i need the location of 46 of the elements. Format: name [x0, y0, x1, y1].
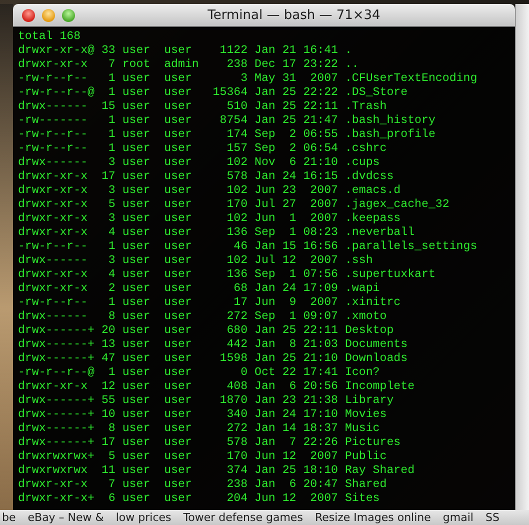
- terminal-line: drwxr-xr-x+ 6 user user 204 Jun 12 2007 Sites: [18, 492, 381, 506]
- terminal-line: drwxrwxrwx 11 user user 374 Jan 25 18:10 Ray Shared: [18, 464, 416, 478]
- terminal-line: drwx------ 8 user user 272 Sep 1 09:07 .xmoto: [18, 310, 388, 324]
- bookmark-link[interactable]: low prices: [116, 511, 172, 524]
- terminal-line: total 168: [18, 30, 82, 44]
- bookmark-link[interactable]: eBay – New &: [28, 511, 104, 524]
- terminal-line: drwx------ 15 user user 510 Jan 25 22:11 .Trash: [18, 100, 388, 114]
- terminal-line: drwx------+ 17 user user 578 Jan 7 22:26 Pictures: [18, 436, 402, 450]
- bookmark-link[interactable]: be: [2, 511, 16, 524]
- zoom-button[interactable]: [62, 8, 75, 22]
- window-title: Terminal — bash — 71×34: [206, 8, 382, 22]
- terminal-line: drwx------ 3 user user 102 Nov 6 21:10 .cups: [18, 156, 381, 170]
- terminal-line: -rw-r--r--@ 1 user user 0 Oct 22 17:41 Icon?: [18, 366, 381, 380]
- terminal-line: -rw------- 1 user user 8754 Jan 25 21:47 .bash_history: [18, 114, 436, 128]
- terminal-line: drwxr-xr-x 3 user user 102 Jun 23 2007 .emacs.d: [18, 184, 402, 198]
- terminal-line: -rw-r--r-- 1 user user 17 Jun 9 2007 .xinitrc: [18, 296, 402, 310]
- terminal-line: drwx------+ 8 user user 272 Jan 14 18:37 Music: [18, 422, 381, 436]
- terminal-line: drwxr-xr-x 5 user user 170 Jul 27 2007 .jagex_cache_32: [18, 198, 450, 212]
- bookmark-link[interactable]: Resize Images online: [314, 511, 431, 524]
- terminal-line: -rw-r--r-- 1 user user 3 May 31 2007 .CFUserTextEncoding: [18, 72, 478, 86]
- terminal-line: drwxr-xr-x 4 user user 136 Sep 1 08:23 .neverball: [18, 226, 416, 240]
- terminal-line: drwxr-xr-x 4 user user 136 Sep 1 07:56 .supertuxkart: [18, 268, 436, 282]
- terminal-line: drwxr-xr-x@ 33 user user 1122 Jan 21 16:41 .: [18, 44, 353, 58]
- bookmark-link[interactable]: Tower defense games: [183, 511, 303, 524]
- terminal-line: drwxr-xr-x 7 user user 238 Jan 6 20:47 Shared: [18, 478, 388, 492]
- terminal-line: drwx------ 3 user user 102 Jul 12 2007 .ssh: [18, 254, 374, 268]
- terminal-line: -rw-r--r-- 1 user user 174 Sep 2 06:55 .bash_profile: [18, 128, 436, 142]
- terminal-line: drwx------+ 55 user user 1870 Jan 23 21:38 Library: [18, 394, 395, 408]
- terminal-line: drwx------+ 47 user user 1598 Jan 25 21:10 Downloads: [18, 352, 409, 366]
- terminal-line: drwxr-xr-x 2 user user 68 Jan 24 17:09 .wapi: [18, 282, 381, 296]
- close-button[interactable]: [22, 8, 35, 22]
- bookmark-link[interactable]: gmail: [442, 511, 474, 524]
- bookmark-link[interactable]: SS: [485, 511, 500, 524]
- terminal-line: -rw-r--r-- 1 user user 157 Sep 2 06:54 .cshrc: [18, 142, 388, 156]
- terminal-line: drwxr-xr-x 7 root admin 238 Dec 17 23:22 ..: [18, 58, 360, 72]
- terminal-line: drwx------+ 10 user user 340 Jan 24 17:10 Movies: [18, 408, 388, 422]
- terminal-line: drwxr-xr-x 12 user user 408 Jan 6 20:56 Incomplete: [18, 380, 416, 394]
- scrollbar[interactable]: [515, 4, 529, 510]
- terminal-line: drwxrwxrwx+ 5 user user 170 Jun 12 2007 Public: [18, 450, 388, 464]
- terminal-line: drwxr-xr-x 3 user user 102 Jun 1 2007 .keepass: [18, 212, 402, 226]
- terminal-line: drwxr-xr-x 17 user user 578 Jan 24 16:15 .dvdcss: [18, 170, 395, 184]
- terminal-line: -rw-r--r-- 1 user user 46 Jan 15 16:56 .parallels_settings: [18, 240, 478, 254]
- minimize-button[interactable]: [42, 8, 55, 22]
- terminal-line: drwx------+ 20 user user 680 Jan 25 22:11 Desktop: [18, 324, 395, 338]
- terminal-line: drwx------+ 13 user user 442 Jan 8 21:03 Documents: [18, 338, 409, 352]
- terminal-line: -rw-r--r--@ 1 user user 15364 Jan 25 22:22 .DS_Store: [18, 86, 409, 100]
